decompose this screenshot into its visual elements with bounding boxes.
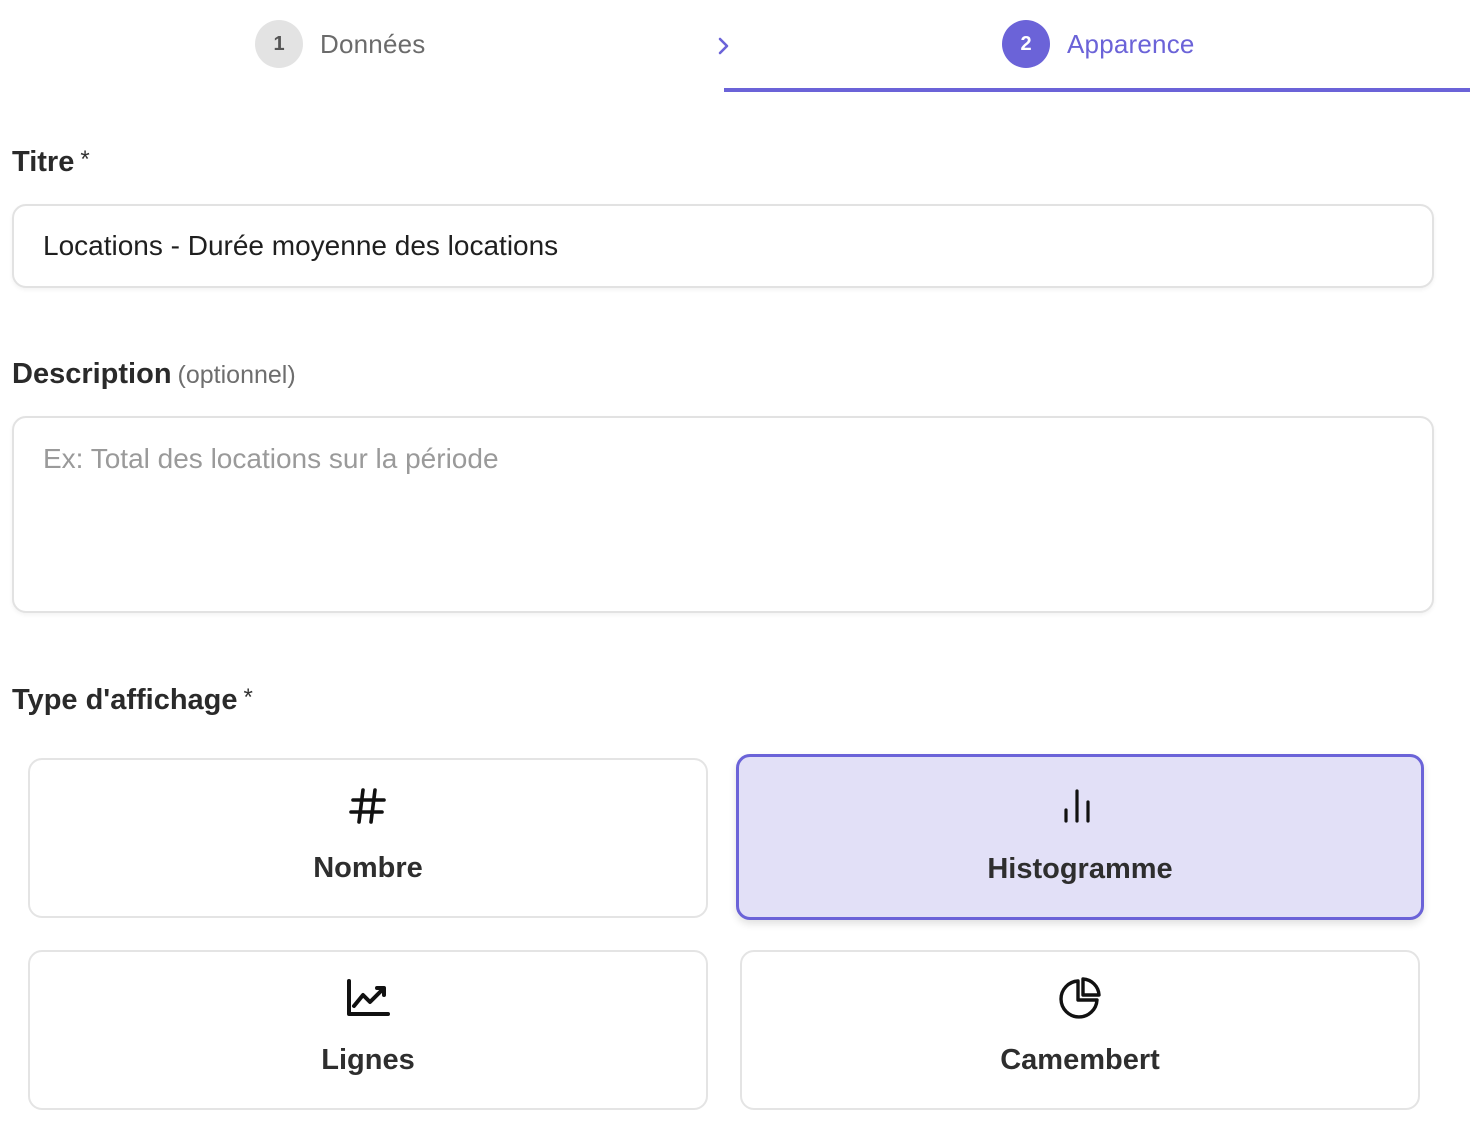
hash-icon	[349, 788, 386, 824]
description-textarea[interactable]	[12, 416, 1434, 613]
optional-note: (optionnel)	[177, 361, 296, 389]
display-type-label-text: Type d'affichage	[12, 684, 238, 716]
title-label: Titre *	[12, 146, 90, 179]
step-apparence[interactable]: 2 Apparence	[1002, 20, 1195, 68]
step-number: 2	[1002, 20, 1050, 68]
step-label: Données	[320, 28, 426, 59]
pie-chart-icon	[1059, 977, 1101, 1019]
description-label-text: Description	[12, 358, 172, 390]
required-mark: *	[243, 684, 253, 711]
stepper: 1 Données 2 Apparence	[0, 0, 1470, 92]
option-label: Histogramme	[987, 853, 1173, 885]
display-type-option-nombre[interactable]: Nombre	[28, 758, 708, 918]
display-type-label: Type d'affichage *	[12, 684, 253, 717]
chevron-right-icon	[718, 37, 729, 55]
option-label: Camembert	[1000, 1044, 1160, 1076]
display-type-option-histogramme[interactable]: Histogramme	[736, 754, 1424, 920]
step-label: Apparence	[1067, 28, 1195, 59]
bar-chart-icon	[1064, 789, 1090, 823]
step-number: 1	[255, 20, 303, 68]
line-chart-icon	[347, 979, 390, 1016]
title-input[interactable]	[12, 204, 1434, 288]
description-label: Description (optionnel)	[12, 358, 296, 391]
required-mark: *	[80, 146, 90, 173]
display-type-option-lignes[interactable]: Lignes	[28, 950, 708, 1110]
step-donnees[interactable]: 1 Données	[255, 20, 425, 68]
display-type-option-camembert[interactable]: Camembert	[740, 950, 1420, 1110]
option-label: Lignes	[321, 1044, 415, 1076]
title-label-text: Titre	[12, 146, 75, 178]
active-step-indicator	[724, 88, 1470, 92]
option-label: Nombre	[313, 852, 423, 884]
